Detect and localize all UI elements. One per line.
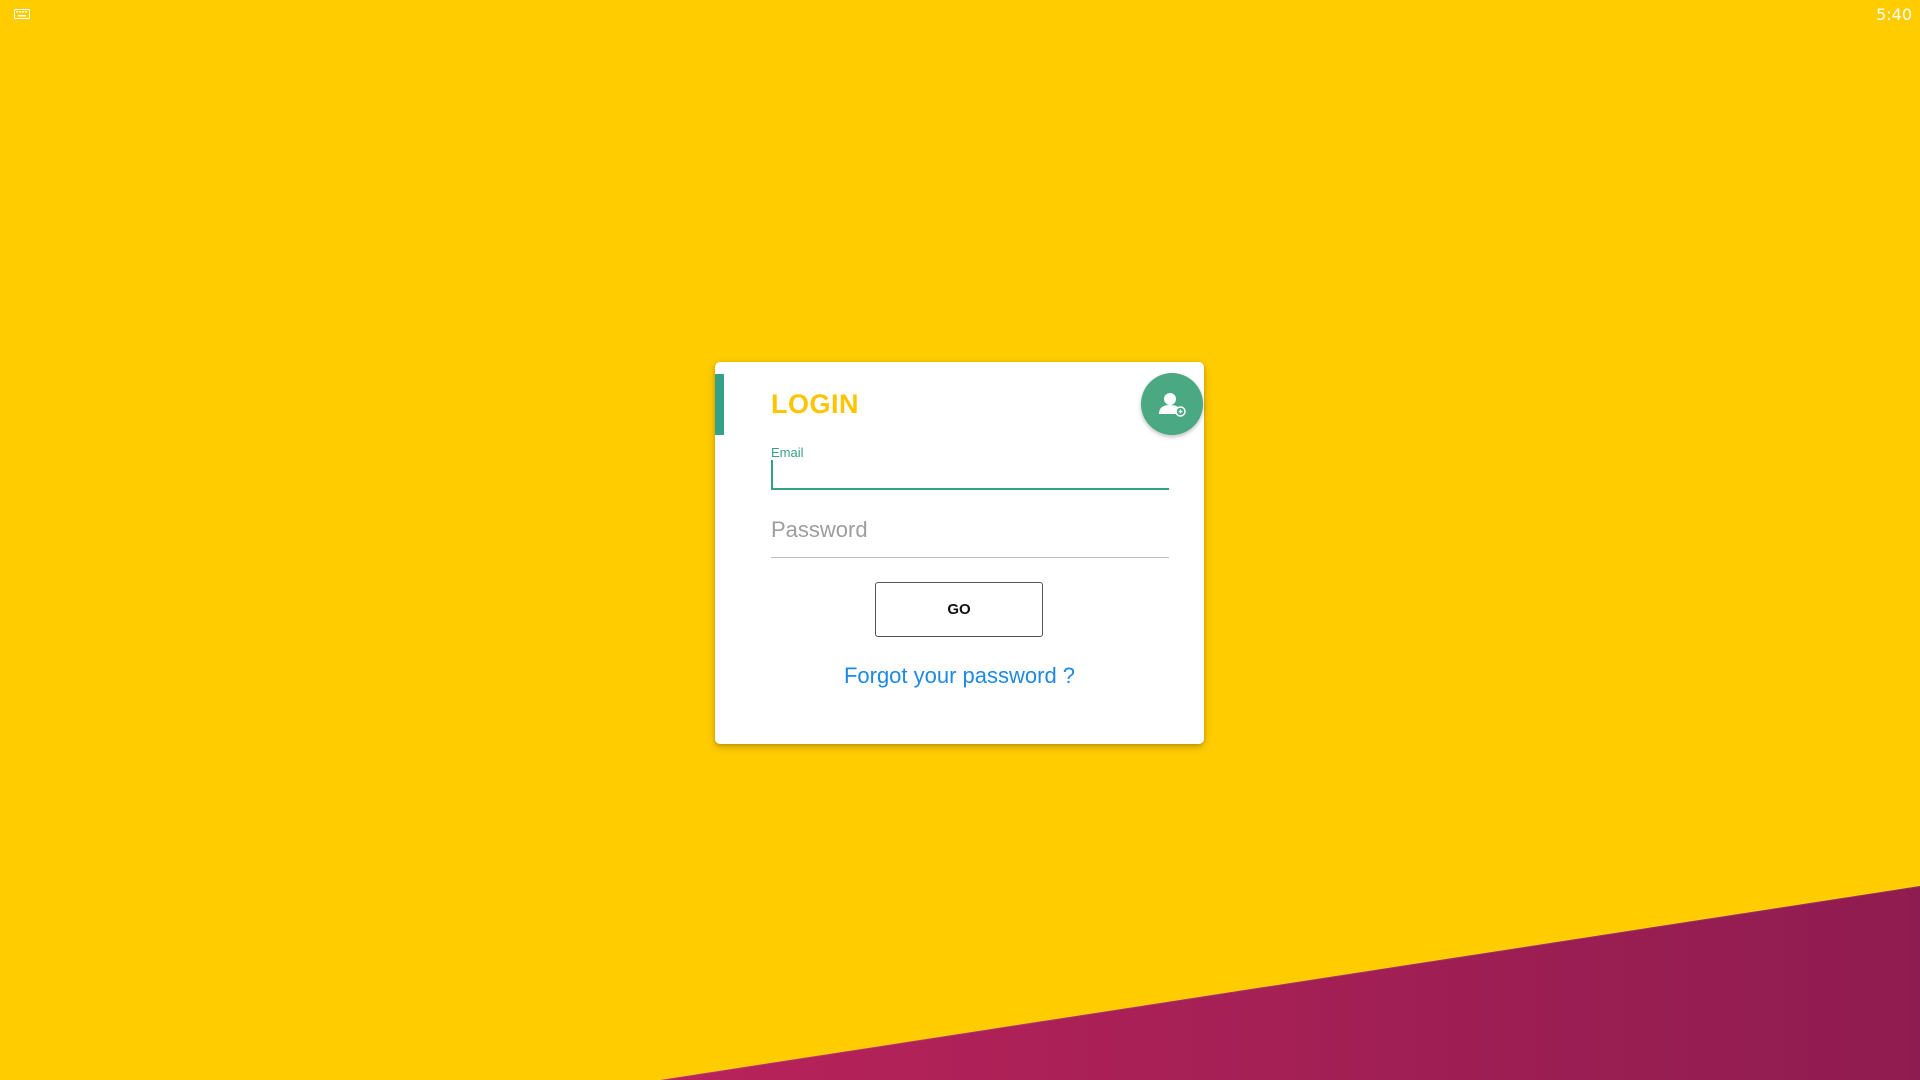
keyboard-icon [14,9,30,19]
password-field [771,510,1169,558]
add-user-icon [1159,393,1186,417]
login-card: LOGIN Email GO Forgot your password ? [715,362,1204,744]
card-title: LOGIN [771,389,859,419]
email-label: Email [771,445,804,460]
go-button[interactable]: GO [875,582,1043,637]
forgot-password-link[interactable]: Forgot your password ? [715,663,1204,689]
status-clock: 5:40 [1876,5,1912,24]
card-accent-bar [715,374,724,435]
register-button[interactable] [1141,373,1203,435]
email-field: Email [771,445,1169,490]
status-bar: 5:40 [0,0,1920,28]
password-input[interactable] [771,510,1169,558]
login-screen: 5:40 LOGIN Email GO Forgot your password… [0,0,1920,1080]
email-input[interactable] [771,460,1169,490]
